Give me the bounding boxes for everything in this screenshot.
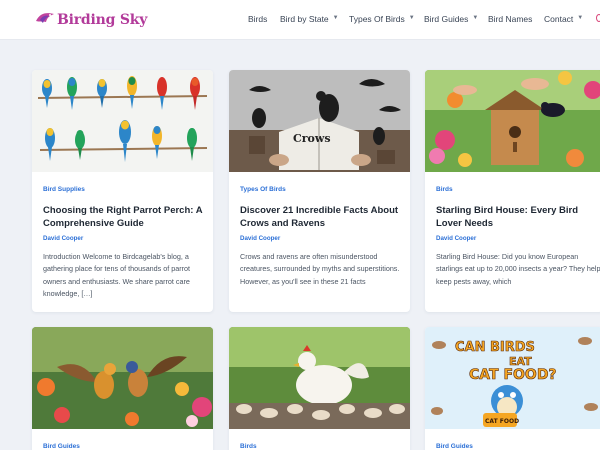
post-title[interactable]: Discover 21 Incredible Facts About Crows… [240, 204, 405, 230]
cat-food-headline-3: CAT FOOD? [469, 367, 557, 383]
nav-label: Birds [248, 14, 268, 24]
cat-food-headline-1: CAN BIRDS [455, 340, 535, 355]
nav-bird-names[interactable]: Bird Names [488, 14, 532, 24]
post-author[interactable]: David Cooper [43, 235, 83, 242]
nav-bird-guides[interactable]: Bird Guides ▼ [424, 14, 478, 24]
chevron-down-icon: ▼ [577, 15, 584, 21]
cat-food-bowl-label: CAT FOOD [485, 418, 519, 425]
post-excerpt: Starling Bird House: Did you know Europe… [436, 252, 600, 286]
logo-text: Birding Sky [57, 12, 148, 28]
post-category[interactable]: Bird Supplies [43, 186, 85, 193]
nav-label: Types Of Birds [349, 14, 405, 24]
post-thumbnail-crows[interactable]: Crows [229, 70, 410, 172]
site-header: Birding Sky Birds Bird by State ▼ Types … [0, 0, 600, 40]
crows-image-text: Crows [293, 132, 331, 145]
post-thumbnail-chicken[interactable] [229, 327, 410, 429]
post-excerpt: Crows and ravens are often misunderstood… [240, 252, 400, 286]
post-card[interactable]: Bird Guides [32, 327, 213, 450]
nav-birds[interactable]: Birds [248, 14, 267, 24]
site-logo[interactable]: Birding Sky [34, 8, 147, 32]
post-author[interactable]: David Cooper [240, 235, 280, 242]
post-excerpt: Introduction Welcome to Birdcagelab's bl… [43, 252, 191, 299]
nav-label: Bird by State [280, 14, 329, 24]
post-card[interactable]: CAN BIRDS EAT CAT FOOD? CAT FOOD Bird Gu… [425, 327, 600, 450]
chevron-down-icon: ▼ [332, 15, 339, 21]
post-thumbnail-parrots[interactable] [32, 70, 213, 172]
post-author[interactable]: David Cooper [436, 235, 476, 242]
nav-types-of-birds[interactable]: Types Of Birds ▼ [349, 14, 415, 24]
post-card[interactable]: Birds [229, 327, 410, 450]
post-thumbnail-cat-food[interactable]: CAN BIRDS EAT CAT FOOD? CAT FOOD [425, 327, 600, 429]
nav-bird-by-state[interactable]: Bird by State ▼ [280, 14, 339, 24]
post-thumbnail-flower-birds[interactable] [32, 327, 213, 429]
post-title[interactable]: Choosing the Right Parrot Perch: A Compr… [43, 204, 208, 230]
bird-logo-icon [34, 9, 56, 31]
nav-label: Bird Names [488, 14, 533, 24]
search-icon[interactable] [596, 14, 600, 22]
post-category[interactable]: Bird Guides [43, 443, 80, 450]
post-card[interactable]: Birds Starling Bird House: Every Bird Lo… [425, 70, 600, 312]
nav-label: Bird Guides [424, 14, 469, 24]
post-category[interactable]: Birds [436, 186, 453, 193]
chevron-down-icon: ▼ [472, 15, 479, 21]
post-thumbnail-birdhouse[interactable] [425, 70, 600, 172]
post-category[interactable]: Birds [240, 443, 257, 450]
post-title[interactable]: Starling Bird House: Every Bird Lover Ne… [436, 204, 600, 230]
post-category[interactable]: Bird Guides [436, 443, 473, 450]
post-card[interactable]: Crows Types Of Birds Discover 21 Incredi… [229, 70, 410, 312]
nav-contact[interactable]: Contact ▼ [544, 14, 583, 24]
post-category[interactable]: Types Of Birds [240, 186, 286, 193]
nav-label: Contact [544, 14, 574, 24]
chevron-down-icon: ▼ [408, 15, 415, 21]
post-card[interactable]: Bird Supplies Choosing the Right Parrot … [32, 70, 213, 312]
